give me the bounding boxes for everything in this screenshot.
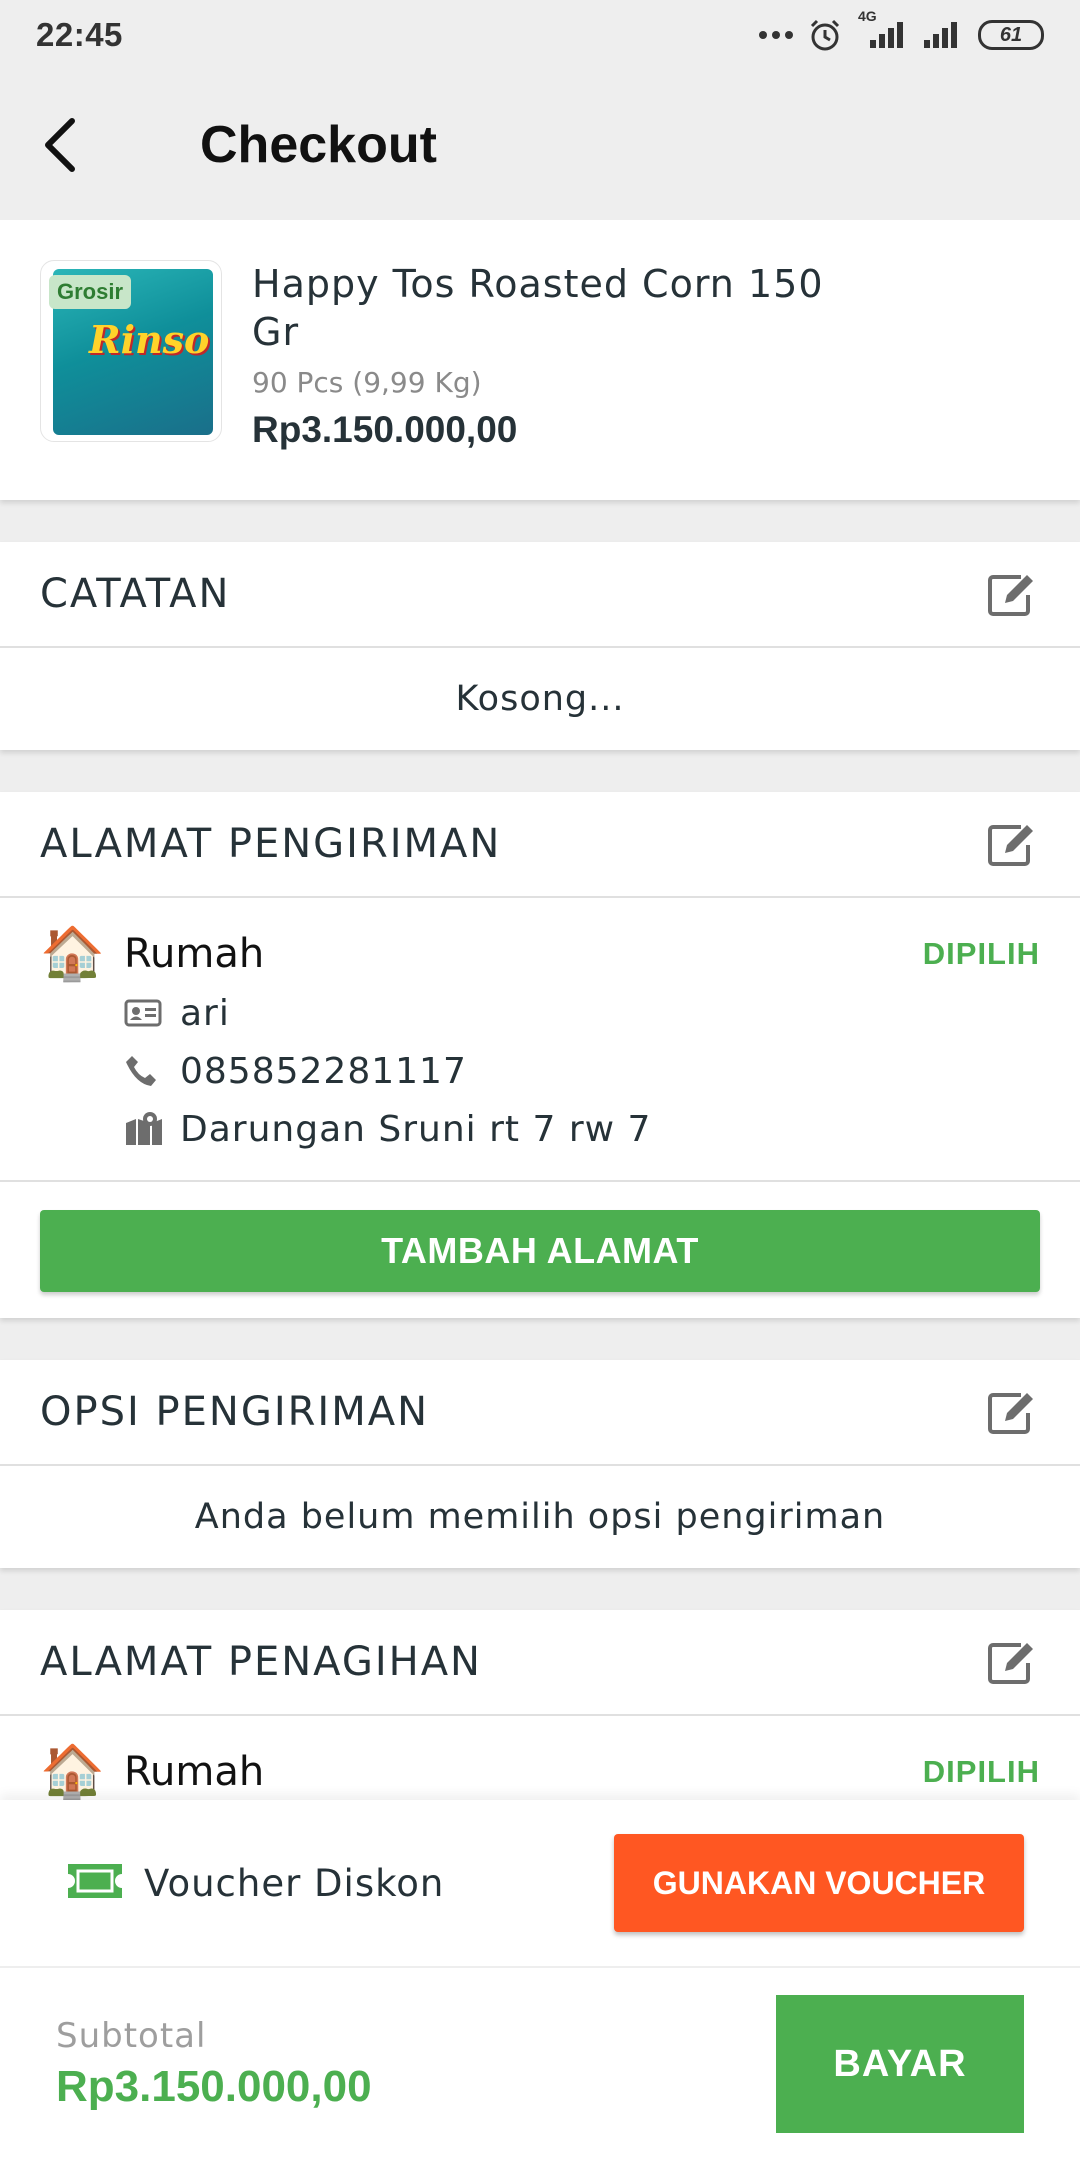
shipping-option-content: Anda belum memilih opsi pengiriman	[194, 1497, 886, 1537]
use-voucher-button[interactable]: GUNAKAN VOUCHER	[614, 1834, 1024, 1932]
house-icon: 🏠	[40, 925, 105, 983]
product-card: Rinso Grosir Happy Tos Roasted Corn 150 …	[0, 220, 1080, 500]
billing-address-header: ALAMAT PENAGIHAN	[0, 1610, 1080, 1716]
notes-content: Kosong...	[455, 679, 625, 719]
street-address: Darungan Sruni rt 7 rw 7	[180, 1108, 652, 1150]
phone-icon	[124, 1054, 180, 1088]
more-dots-icon	[758, 29, 794, 41]
house-icon: 🏠	[40, 1743, 105, 1800]
subtotal-block: Subtotal Rp3.150.000,00	[56, 2016, 372, 2112]
notes-section: CATATAN Kosong...	[0, 542, 1080, 750]
billing-address-title: ALAMAT PENAGIHAN	[40, 1639, 482, 1685]
shipping-option-title: OPSI PENGIRIMAN	[40, 1389, 430, 1435]
id-card-icon	[124, 999, 180, 1027]
subtotal-value: Rp3.150.000,00	[56, 2062, 372, 2111]
phone-row: 085852281117	[40, 1042, 1040, 1100]
shipping-option-header: OPSI PENGIRIMAN	[0, 1360, 1080, 1466]
product-image: Rinso Grosir	[40, 260, 222, 442]
battery-icon: 61	[978, 20, 1044, 50]
product-info: Happy Tos Roasted Corn 150 Gr 90 Pcs (9,…	[252, 260, 872, 451]
ticket-icon	[66, 1862, 124, 1905]
wholesale-badge: Grosir	[49, 275, 132, 309]
voucher-label: Voucher Diskon	[144, 1861, 445, 1905]
checkout-footer: Subtotal Rp3.150.000,00 BAYAR	[0, 1966, 1080, 2160]
edit-notes-icon[interactable]	[984, 566, 1040, 622]
billing-address-section: ALAMAT PENAGIHAN 🏠 Rumah DIPILIH	[0, 1610, 1080, 1800]
page-title: Checkout	[200, 116, 437, 174]
voucher-bar: Voucher Diskon GUNAKAN VOUCHER	[0, 1800, 1080, 1966]
notes-title: CATATAN	[40, 571, 231, 617]
billing-address-item[interactable]: 🏠 Rumah DIPILIH	[0, 1716, 1080, 1800]
alarm-icon	[808, 18, 842, 52]
edit-billing-address-icon[interactable]	[984, 1634, 1040, 1690]
address-label: Rumah	[124, 931, 265, 977]
signal-4g-icon: 4G	[856, 8, 906, 50]
product-name: Happy Tos Roasted Corn 150 Gr	[252, 262, 824, 354]
product-quantity: 90 Pcs (9,99 Kg)	[252, 366, 482, 399]
back-button[interactable]	[0, 70, 120, 220]
shipping-address-section: ALAMAT PENGIRIMAN 🏠 Rumah DIPILIH ari 08…	[0, 792, 1080, 1318]
chevron-left-icon	[45, 118, 75, 172]
status-time: 22:45	[36, 16, 123, 53]
shipping-address-item[interactable]: 🏠 Rumah DIPILIH ari 085852281117 Darunga…	[0, 898, 1080, 1182]
billing-address-label: Rumah	[124, 1749, 265, 1795]
shipping-address-header: ALAMAT PENGIRIMAN	[0, 792, 1080, 898]
shipping-address-title: ALAMAT PENGIRIMAN	[40, 821, 502, 867]
signal-icon	[920, 20, 964, 50]
network-label: 4G	[858, 8, 877, 24]
selected-badge: DIPILIH	[922, 936, 1040, 971]
subtotal-label: Subtotal	[56, 2016, 207, 2056]
product-pack-brand: Rinso	[89, 317, 210, 362]
checkout-content[interactable]: Rinso Grosir Happy Tos Roasted Corn 150 …	[0, 220, 1080, 1800]
notes-header: CATATAN	[0, 542, 1080, 648]
street-row: Darungan Sruni rt 7 rw 7	[40, 1100, 1040, 1158]
add-address-button[interactable]: TAMBAH ALAMAT	[40, 1210, 1040, 1292]
product-price: Rp3.150.000,00	[252, 409, 518, 450]
shipping-option-section: OPSI PENGIRIMAN Anda belum memilih opsi …	[0, 1360, 1080, 1568]
pay-button[interactable]: BAYAR	[776, 1995, 1024, 2133]
status-icons: 4G 61	[758, 8, 1044, 52]
recipient-name: ari	[180, 992, 230, 1034]
edit-shipping-address-icon[interactable]	[984, 816, 1040, 872]
status-bar: 22:45 4G 61	[0, 0, 1080, 70]
recipient-row: ari	[40, 984, 1040, 1042]
edit-shipping-option-icon[interactable]	[984, 1384, 1040, 1440]
map-marker-icon	[124, 1111, 180, 1147]
billing-selected-badge: DIPILIH	[922, 1754, 1040, 1789]
phone-number: 085852281117	[180, 1050, 467, 1092]
app-bar: Checkout	[0, 70, 1080, 220]
